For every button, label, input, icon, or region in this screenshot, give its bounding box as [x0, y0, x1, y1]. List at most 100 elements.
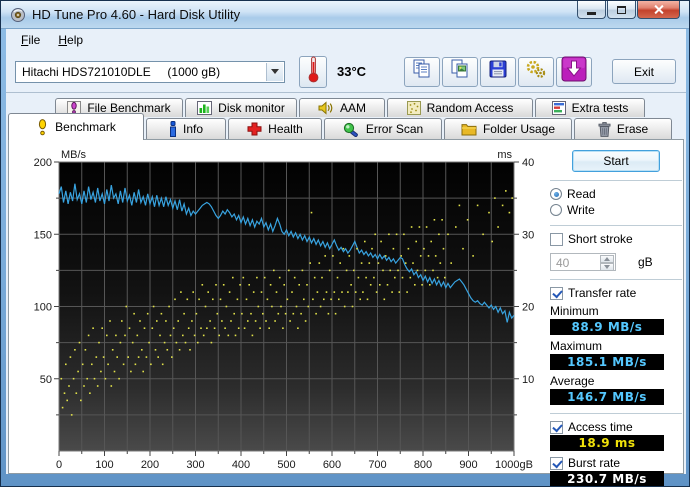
- options-gears-icon: [525, 58, 547, 85]
- svg-text:600: 600: [323, 459, 341, 471]
- read-radio[interactable]: [550, 188, 562, 200]
- tab-label: Health: [268, 122, 303, 136]
- tab-benchmark[interactable]: Benchmark: [8, 113, 144, 140]
- burst-rate-label: Burst rate: [568, 456, 621, 470]
- drive-select-dropdown[interactable]: Hitachi HDS721010DLE (1000 gB): [15, 60, 285, 83]
- tab-label: AAM: [339, 101, 366, 115]
- write-radio[interactable]: [550, 204, 562, 216]
- thermometer-icon: [307, 55, 320, 88]
- access-time-checkbox[interactable]: [550, 420, 563, 434]
- extra-tests-icon: [551, 101, 566, 115]
- toolbar: Hitachi HDS721010DLE (1000 gB) 33°C Exit: [6, 51, 686, 93]
- health-icon: [247, 122, 262, 136]
- temperature-value: 33°C: [337, 64, 367, 79]
- svg-text:150: 150: [34, 229, 52, 241]
- svg-text:10: 10: [522, 374, 534, 386]
- maximize-button[interactable]: [607, 1, 636, 19]
- write-radio-row[interactable]: Write: [550, 203, 682, 217]
- spinner-up-icon[interactable]: [600, 255, 614, 263]
- svg-text:MB/s: MB/s: [61, 149, 87, 161]
- disk-monitor-icon: [197, 101, 213, 115]
- tab-erase[interactable]: Erase: [574, 118, 672, 139]
- transfer-rate-row[interactable]: Transfer rate: [550, 286, 682, 300]
- tab-extra-tests[interactable]: Extra tests: [535, 98, 645, 117]
- tab-health[interactable]: Health: [228, 118, 322, 139]
- svg-text:100: 100: [34, 302, 52, 314]
- benchmark-tab-page: 50 100 150 200 10 20 30 40 0 100 200 300 400 500 600 70…: [8, 139, 684, 486]
- menu-bar: File Help: [6, 29, 686, 51]
- options-gears-button[interactable]: [518, 56, 554, 87]
- short-stroke-size-input[interactable]: 40: [550, 253, 616, 271]
- drive-select-value: Hitachi HDS721010DLE (1000 gB): [22, 64, 221, 79]
- tab-label: Error Scan: [365, 122, 424, 136]
- svg-text:40: 40: [522, 157, 534, 169]
- divider: [550, 180, 682, 182]
- start-button[interactable]: Start: [572, 150, 660, 172]
- update-download-button[interactable]: [556, 56, 592, 87]
- svg-text:700: 700: [368, 459, 386, 471]
- minimize-icon: [587, 11, 596, 15]
- divider: [550, 225, 682, 227]
- erase-icon: [598, 121, 611, 137]
- svg-text:1000gB: 1000gB: [495, 459, 533, 471]
- minimum-label: Minimum: [550, 304, 599, 318]
- burst-rate-checkbox[interactable]: [550, 456, 563, 470]
- save-button[interactable]: [480, 56, 516, 87]
- exit-button[interactable]: Exit: [612, 59, 676, 84]
- tab-label: Info: [182, 122, 203, 136]
- info-icon: [169, 121, 177, 137]
- burst-rate-row[interactable]: Burst rate: [550, 456, 682, 470]
- minimize-button[interactable]: [577, 1, 606, 19]
- transfer-rate-checkbox[interactable]: [550, 286, 563, 300]
- transfer-rate-label: Transfer rate: [568, 286, 637, 300]
- update-download-icon: [561, 56, 587, 87]
- menu-file[interactable]: File: [12, 30, 49, 50]
- svg-text:900: 900: [459, 459, 477, 471]
- copy-image-button[interactable]: [442, 56, 478, 87]
- svg-text:500: 500: [277, 459, 295, 471]
- short-stroke-size-value: 40: [556, 256, 570, 270]
- window-body: File Help Hitachi HDS721010DLE (1000 gB)…: [6, 29, 686, 486]
- average-value: 146.7 MB/s: [550, 389, 664, 405]
- folder-usage-icon: [461, 123, 477, 136]
- svg-text:200: 200: [34, 157, 52, 169]
- tab-aam[interactable]: AAM: [299, 98, 385, 117]
- average-label: Average: [550, 374, 595, 388]
- app-icon: [11, 7, 25, 22]
- benchmark-chart: 50 100 150 200 10 20 30 40 0 100 200 300 400 500 600 70…: [27, 148, 539, 478]
- tab-label: Erase: [616, 122, 649, 136]
- copy-text-button[interactable]: [404, 56, 440, 87]
- short-stroke-label: Short stroke: [568, 232, 633, 246]
- spinner-down-icon[interactable]: [600, 263, 614, 271]
- benchmark-icon: [36, 118, 49, 136]
- read-radio-row[interactable]: Read: [550, 187, 682, 201]
- temperature-button[interactable]: [299, 55, 327, 88]
- short-stroke-checkbox[interactable]: [550, 232, 563, 246]
- tab-label: Disk monitor: [218, 101, 285, 115]
- svg-text:300: 300: [186, 459, 204, 471]
- short-stroke-row[interactable]: Short stroke: [550, 232, 682, 246]
- svg-text:100: 100: [95, 459, 113, 471]
- tab-label: Extra tests: [571, 101, 629, 115]
- tab-disk-monitor[interactable]: Disk monitor: [185, 98, 297, 117]
- tab-folder-usage[interactable]: Folder Usage: [444, 118, 572, 139]
- chevron-down-icon: [266, 62, 283, 81]
- maximum-value: 185.1 MB/s: [550, 354, 664, 370]
- svg-text:400: 400: [232, 459, 250, 471]
- svg-text:30: 30: [522, 229, 534, 241]
- tab-info[interactable]: Info: [146, 118, 226, 139]
- tab-strip-lower: Benchmark Info Health Error Scan Folder Usag…: [6, 113, 686, 140]
- close-button[interactable]: [637, 1, 680, 19]
- tab-error-scan[interactable]: Error Scan: [324, 118, 442, 139]
- aam-icon: [318, 101, 334, 115]
- short-stroke-size-row: 40 gB: [550, 253, 682, 271]
- tab-label: Folder Usage: [482, 122, 556, 136]
- tab-label: Random Access: [426, 101, 514, 115]
- access-time-row[interactable]: Access time: [550, 420, 682, 434]
- tab-random-access[interactable]: Random Access: [387, 98, 533, 117]
- menu-help[interactable]: Help: [49, 30, 92, 50]
- svg-text:50: 50: [40, 374, 52, 386]
- close-icon: [653, 4, 664, 15]
- divider: [550, 279, 682, 281]
- read-label: Read: [567, 187, 596, 201]
